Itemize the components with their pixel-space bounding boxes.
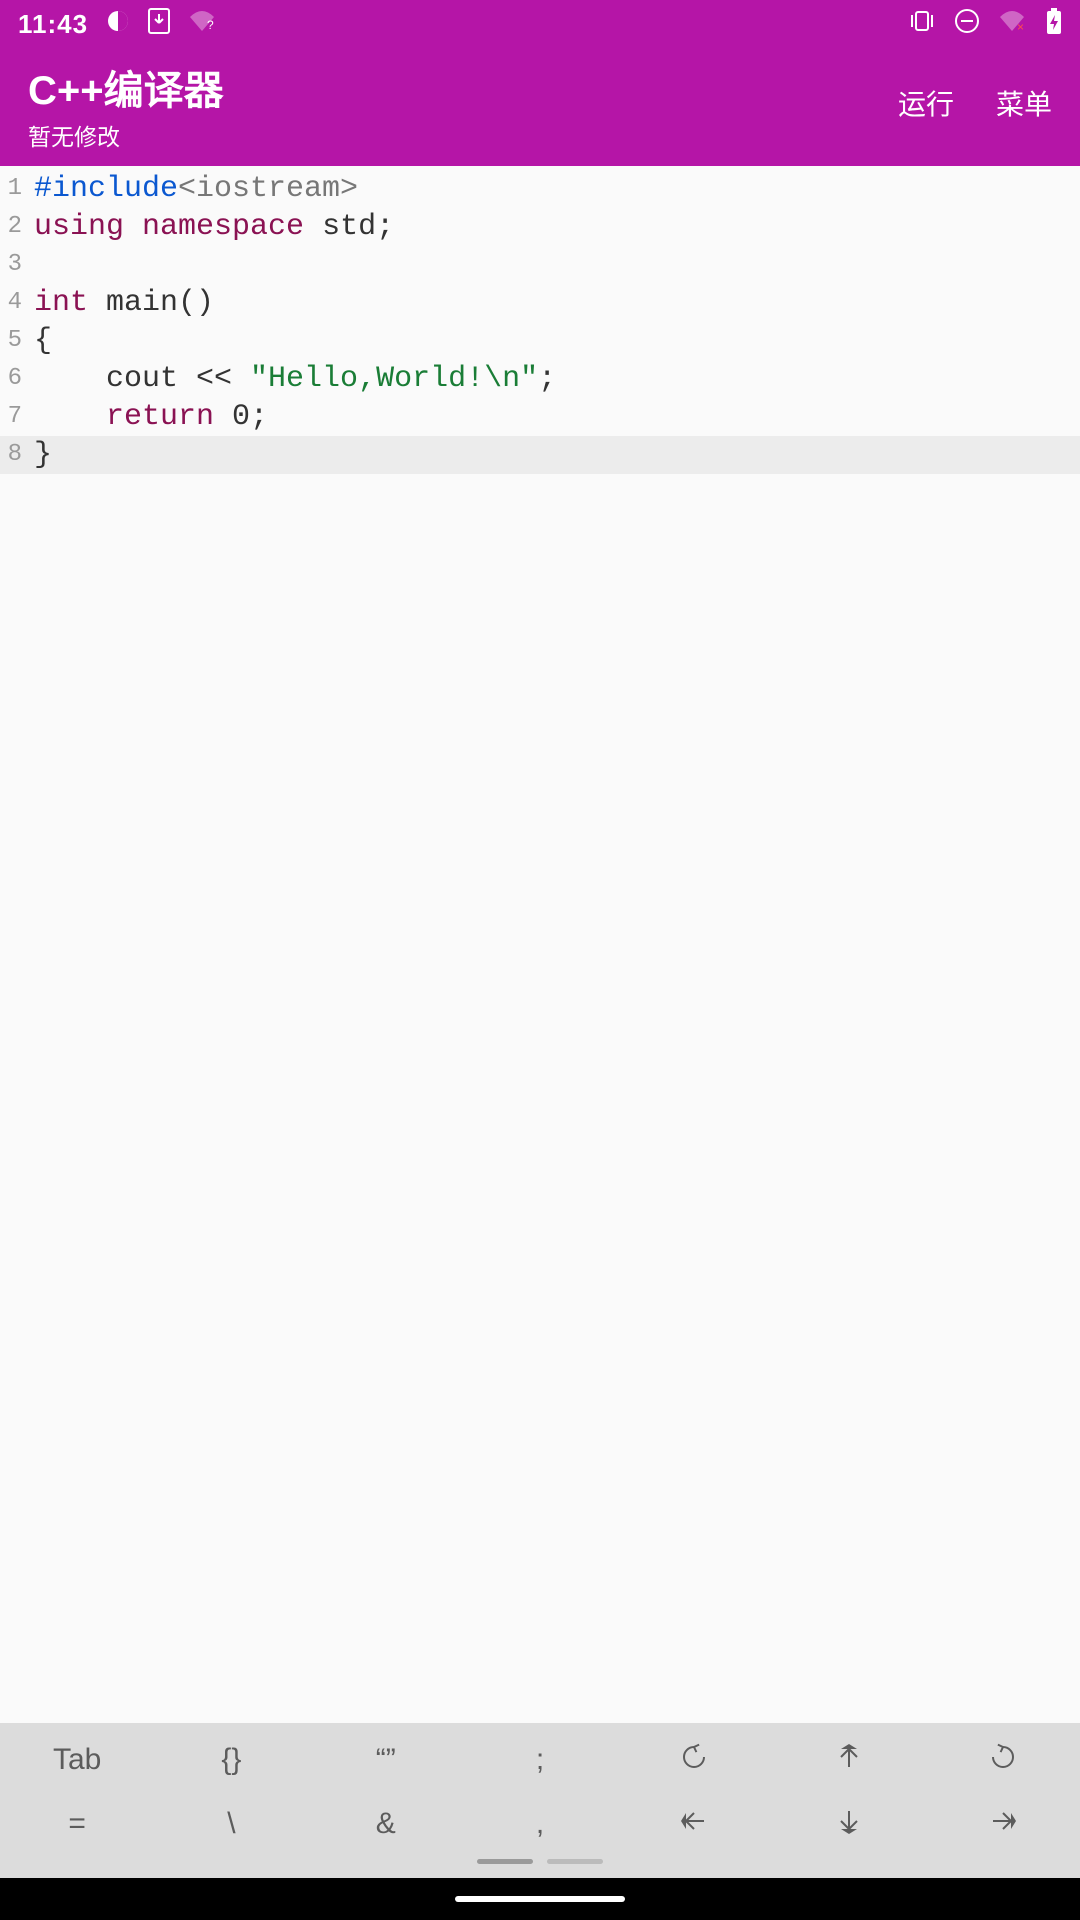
code-content[interactable]: cout << "Hello,World!\n"; [26, 360, 556, 398]
code-line[interactable]: 1#include<iostream> [0, 170, 1080, 208]
arrow-up-key[interactable] [771, 1729, 925, 1793]
arrow-right-icon [989, 1807, 1017, 1835]
line-number: 7 [0, 398, 26, 436]
status-bar: 11:43 ? × [0, 0, 1080, 48]
toolbar-row: =\&, [0, 1793, 1080, 1857]
svg-text:×: × [1017, 20, 1024, 33]
app-title-block: C++编译器 暂无修改 [28, 58, 224, 152]
code-line[interactable]: 5{ [0, 322, 1080, 360]
code-content[interactable]: return 0; [26, 398, 268, 436]
code-content[interactable]: } [26, 436, 52, 474]
code-line[interactable]: 7 return 0; [0, 398, 1080, 436]
line-number: 8 [0, 436, 26, 474]
code-line[interactable]: 2using namespace std; [0, 208, 1080, 246]
toolbar-scroll-indicator [0, 1859, 1080, 1864]
code-line[interactable]: 4int main() [0, 284, 1080, 322]
comma-key[interactable]: , [463, 1793, 617, 1857]
code-line[interactable]: 6 cout << "Hello,World!\n"; [0, 360, 1080, 398]
app-title: C++编译器 [28, 58, 224, 116]
code-content[interactable] [26, 246, 34, 284]
line-number: 4 [0, 284, 26, 322]
menu-button[interactable]: 菜单 [996, 83, 1052, 123]
line-number: 6 [0, 360, 26, 398]
code-line[interactable]: 3 [0, 246, 1080, 284]
vibrate-icon [908, 9, 936, 40]
quotes-key[interactable]: “” [309, 1729, 463, 1793]
undo-key[interactable] [617, 1729, 771, 1793]
arrow-down-key[interactable] [771, 1793, 925, 1857]
dnd-icon [954, 8, 980, 41]
code-line[interactable]: 8} [0, 436, 1080, 474]
tab-key[interactable]: Tab [0, 1729, 154, 1793]
undo-icon [680, 1743, 708, 1771]
braces-key[interactable]: {} [154, 1729, 308, 1793]
clock: 11:43 [18, 9, 88, 40]
run-button[interactable]: 运行 [898, 83, 954, 123]
home-indicator[interactable] [455, 1896, 625, 1902]
line-number: 5 [0, 322, 26, 360]
arrow-down-icon [835, 1807, 863, 1835]
line-number: 2 [0, 208, 26, 246]
symbol-toolbar: Tab{}“”;=\&, [0, 1723, 1080, 1878]
status-left: 11:43 ? [18, 8, 218, 41]
ampersand-key[interactable]: & [309, 1793, 463, 1857]
line-number: 3 [0, 246, 26, 284]
redo-icon [989, 1743, 1017, 1771]
system-nav-bar [0, 1878, 1080, 1920]
arrow-right-key[interactable] [926, 1793, 1080, 1857]
redo-key[interactable] [926, 1729, 1080, 1793]
backslash-key[interactable]: \ [154, 1793, 308, 1857]
code-content[interactable]: int main() [26, 284, 214, 322]
app-bar: C++编译器 暂无修改 运行 菜单 [0, 48, 1080, 166]
download-box-icon [148, 8, 170, 41]
app-actions: 运行 菜单 [898, 83, 1052, 127]
status-right: × [908, 7, 1062, 42]
code-content[interactable]: using namespace std; [26, 208, 394, 246]
arrow-left-key[interactable] [617, 1793, 771, 1857]
semicolon-key[interactable]: ; [463, 1729, 617, 1793]
code-content[interactable]: #include<iostream> [26, 170, 358, 208]
toolbar-row: Tab{}“”; [0, 1729, 1080, 1793]
app-subtitle: 暂无修改 [28, 118, 224, 152]
battery-charging-icon [1046, 7, 1062, 42]
svg-text:?: ? [207, 18, 214, 32]
arrow-left-icon [680, 1807, 708, 1835]
line-number: 1 [0, 170, 26, 208]
code-content[interactable]: { [26, 322, 52, 360]
contrast-icon [106, 9, 130, 40]
equals-key[interactable]: = [0, 1793, 154, 1857]
wifi-question-icon: ? [188, 9, 218, 40]
arrow-up-icon [835, 1743, 863, 1771]
wifi-off-icon: × [998, 9, 1028, 40]
code-editor[interactable]: 1#include<iostream>2using namespace std;… [0, 166, 1080, 1723]
